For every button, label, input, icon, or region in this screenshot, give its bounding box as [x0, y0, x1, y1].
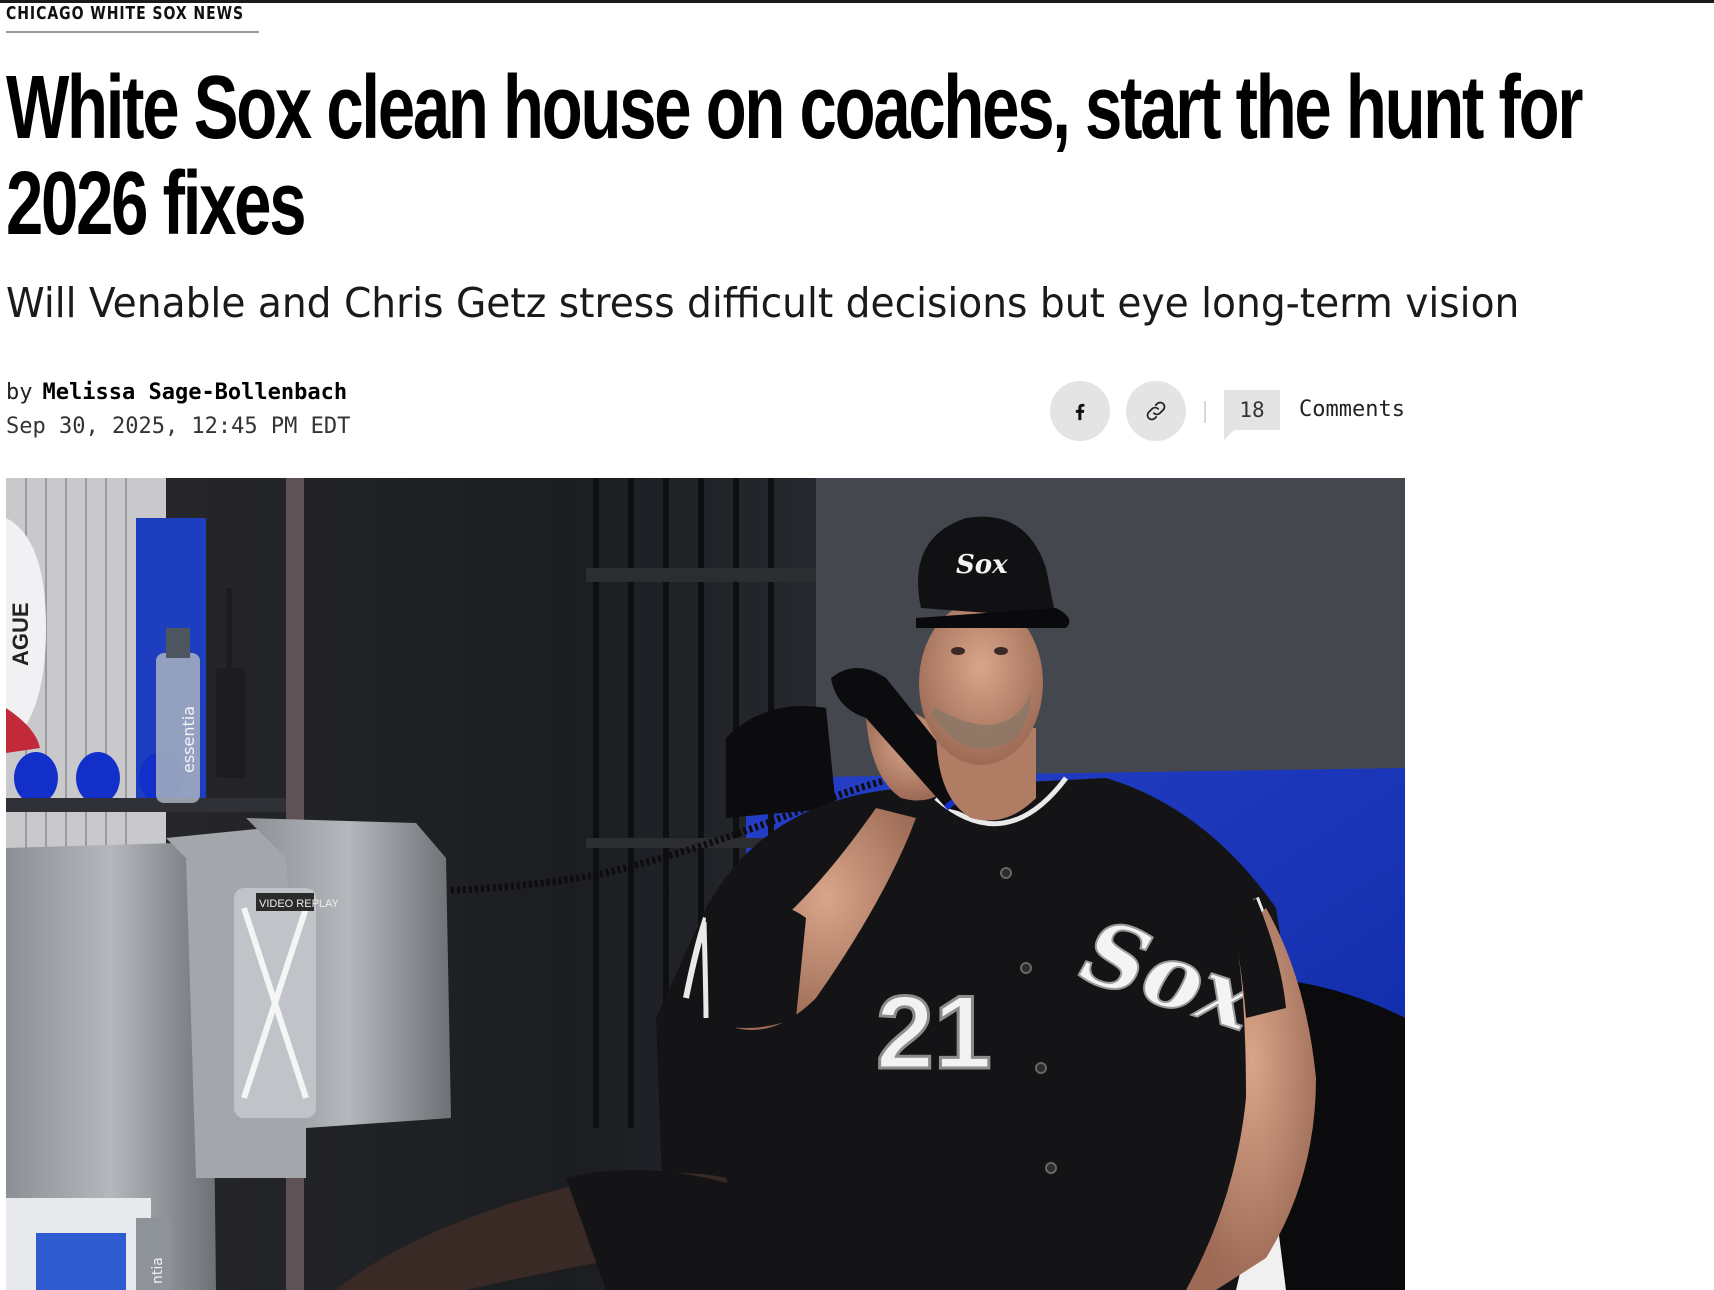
bottom-label: ntia: [150, 1257, 166, 1284]
byline: by Melissa Sage-Bollenbach: [6, 380, 347, 405]
top-border: [0, 0, 1714, 3]
bottle-label: essentia: [179, 706, 198, 773]
wall-text: AGUE: [8, 602, 33, 666]
section-link[interactable]: CHICAGO WHITE SOX NEWS: [6, 3, 244, 27]
article-hero-image: AGUE essentia VIDEO REPLAY ntia Sox Sox …: [6, 478, 1405, 1290]
jersey-number: 21: [876, 975, 992, 1091]
copy-link-button[interactable]: [1126, 381, 1186, 441]
comment-count-badge[interactable]: 18: [1224, 390, 1280, 430]
link-icon: [1146, 401, 1166, 421]
publish-date: Sep 30, 2025, 12:45 PM EDT: [6, 414, 351, 439]
cap-logo: Sox: [956, 550, 1008, 580]
article-dek: Will Venable and Chris Getz stress diffi…: [6, 279, 1520, 327]
byline-prefix: by: [6, 380, 33, 405]
article-headline: White Sox clean house on coaches, start …: [6, 58, 1583, 254]
section-underline: [6, 31, 259, 33]
replay-label: VIDEO REPLAY: [259, 898, 340, 910]
comment-bubble-tail: [1224, 430, 1234, 440]
comments-link[interactable]: Comments: [1299, 397, 1405, 422]
author-link[interactable]: Melissa Sage-Bollenbach: [43, 380, 348, 405]
share-divider: [1204, 401, 1206, 423]
facebook-icon: [1075, 403, 1085, 421]
facebook-share-button[interactable]: [1050, 381, 1110, 441]
